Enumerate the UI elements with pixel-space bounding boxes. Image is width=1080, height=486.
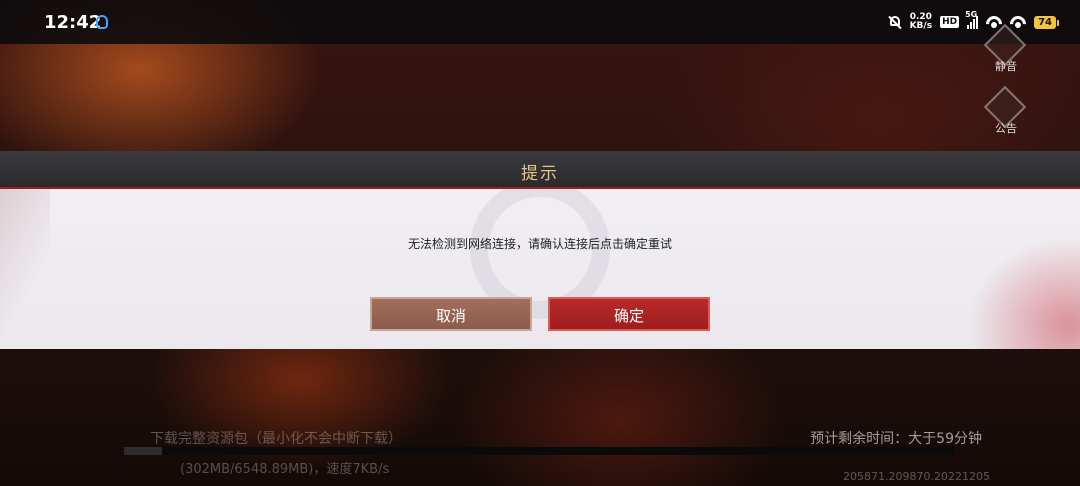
dialog-body: 无法检测到网络连接，请确认连接后点击确定重试 取消 确定 — [0, 189, 1080, 349]
status-bar: 12:42 0.20 KB/s HD 5G 74 — [0, 0, 1080, 44]
dialog-message: 无法检测到网络连接，请确认连接后点击确定重试 — [407, 237, 672, 251]
qq-notification-icon — [96, 15, 108, 29]
hd-badge: HD — [940, 16, 960, 28]
mute-label[interactable]: 静音 — [984, 58, 1028, 74]
clock: 12:42 — [44, 12, 102, 33]
confirm-button[interactable]: 确定 — [548, 297, 710, 331]
cellular-signal-icon: 5G — [965, 10, 979, 29]
network-speed: 0.20 KB/s — [910, 13, 932, 31]
notice-label[interactable]: 公告 — [984, 120, 1028, 136]
download-progress-bar — [124, 447, 954, 455]
download-status: 下载完整资源包（最小化不会中断下载） — [150, 431, 402, 447]
status-icons: 0.20 KB/s HD 5G 74 — [888, 10, 1059, 32]
network-type: 5G — [965, 10, 978, 19]
wifi-icon-secondary — [1010, 16, 1026, 28]
brush-decoration-left — [0, 189, 50, 349]
dialog-title-bar: 提示 — [0, 151, 1080, 189]
remaining-time: 预计剩余时间：大于59分钟 — [810, 431, 982, 447]
dialog-title: 提示 — [521, 164, 559, 184]
cancel-button[interactable]: 取消 — [370, 297, 532, 331]
version-number: 205871.209870.20221205 — [843, 470, 990, 483]
wifi-icon — [986, 16, 1002, 28]
battery-indicator: 74 — [1034, 15, 1059, 29]
download-progress-fill — [124, 447, 163, 455]
mute-bell-icon — [888, 15, 902, 29]
download-progress-detail: (302MB/6548.89MB)，速度7KB/s — [180, 462, 390, 477]
network-speed-unit: KB/s — [909, 21, 933, 31]
